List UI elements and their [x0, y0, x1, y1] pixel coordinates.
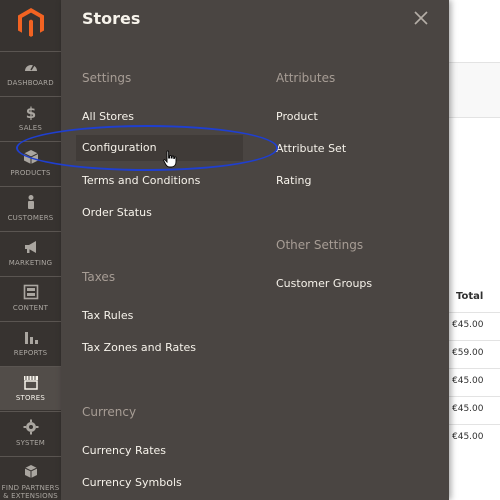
sidebar-item-dashboard[interactable]: DASHBOARD [0, 51, 61, 95]
sidebar-item-label: CONTENT [12, 304, 49, 312]
stores-menu-panel: Stores Settings All Stores Configuration… [61, 0, 449, 500]
section-title-attributes: Attributes [276, 71, 336, 85]
svg-text:$: $ [25, 104, 35, 120]
layout-icon [22, 283, 40, 301]
section-title-taxes: Taxes [82, 270, 116, 284]
sidebar-item-sales[interactable]: $ SALES [0, 96, 61, 140]
sidebar-item-reports[interactable]: REPORTS [0, 321, 61, 365]
background-toolbar [449, 62, 500, 118]
hand-pointer-icon [163, 150, 177, 168]
sidebar-item-marketing[interactable]: MARKETING [0, 231, 61, 275]
blocks-icon [22, 463, 40, 481]
magento-logo[interactable] [0, 0, 61, 46]
sidebar-item-stores[interactable]: STORES [0, 366, 61, 410]
table-divider [449, 312, 500, 313]
admin-sidebar: DASHBOARD $ SALES PRODUCTS CUSTOMERS MAR… [0, 0, 61, 500]
menu-link-order-status[interactable]: Order Status [82, 206, 152, 219]
sidebar-item-label: FIND PARTNERS & EXTENSIONS [1, 484, 60, 500]
table-cell-total: €45.00 [452, 376, 484, 386]
sidebar-item-label: PRODUCTS [10, 169, 51, 177]
sidebar-item-label: CUSTOMERS [7, 214, 54, 222]
panel-title: Stores [82, 9, 141, 28]
menu-link-configuration[interactable]: Configuration [76, 135, 243, 161]
menu-link-currency-rates[interactable]: Currency Rates [82, 444, 166, 457]
storefront-icon [22, 373, 40, 391]
gear-icon [22, 418, 40, 436]
table-header-total: Total [456, 291, 484, 302]
sidebar-item-label: DASHBOARD [7, 79, 54, 87]
megaphone-icon [22, 238, 40, 256]
section-title-other-settings: Other Settings [276, 238, 364, 252]
section-title-settings: Settings [82, 71, 132, 85]
sidebar-item-label: STORES [15, 394, 46, 402]
table-divider [449, 340, 500, 341]
menu-link-terms-and-conditions[interactable]: Terms and Conditions [82, 174, 200, 187]
sidebar-item-system[interactable]: SYSTEM [0, 411, 61, 455]
sidebar-item-label: MARKETING [8, 259, 53, 267]
table-cell-total: €45.00 [452, 320, 484, 330]
sidebar-item-content[interactable]: CONTENT [0, 276, 61, 320]
menu-link-all-stores[interactable]: All Stores [82, 110, 134, 123]
section-title-currency: Currency [82, 405, 137, 419]
sidebar-item-find-partners[interactable]: FIND PARTNERS & EXTENSIONS [0, 456, 61, 500]
speedometer-icon [22, 58, 40, 76]
table-divider [449, 396, 500, 397]
cube-icon [22, 148, 40, 166]
magento-logo-icon [17, 8, 44, 37]
sidebar-item-customers[interactable]: CUSTOMERS [0, 186, 61, 230]
table-divider [449, 424, 500, 425]
menu-link-tax-rules[interactable]: Tax Rules [82, 309, 133, 322]
menu-link-rating[interactable]: Rating [276, 174, 311, 187]
person-icon [22, 193, 40, 211]
menu-link-tax-zones-and-rates[interactable]: Tax Zones and Rates [82, 341, 196, 354]
close-icon [414, 11, 428, 25]
menu-link-product[interactable]: Product [276, 110, 318, 123]
sidebar-item-label: SALES [18, 124, 43, 132]
bar-chart-icon [22, 328, 40, 346]
sidebar-item-products[interactable]: PRODUCTS [0, 141, 61, 185]
menu-link-attribute-set[interactable]: Attribute Set [276, 142, 346, 155]
table-cell-total: €45.00 [452, 404, 484, 414]
menu-link-currency-symbols[interactable]: Currency Symbols [82, 476, 182, 489]
menu-link-customer-groups[interactable]: Customer Groups [276, 277, 372, 290]
dollar-icon: $ [22, 103, 40, 121]
close-button[interactable] [411, 8, 431, 28]
sidebar-item-label: REPORTS [13, 349, 48, 357]
table-cell-total: €59.00 [452, 348, 484, 358]
sidebar-item-label: SYSTEM [15, 439, 46, 447]
table-divider [449, 368, 500, 369]
table-cell-total: €45.00 [452, 432, 484, 442]
